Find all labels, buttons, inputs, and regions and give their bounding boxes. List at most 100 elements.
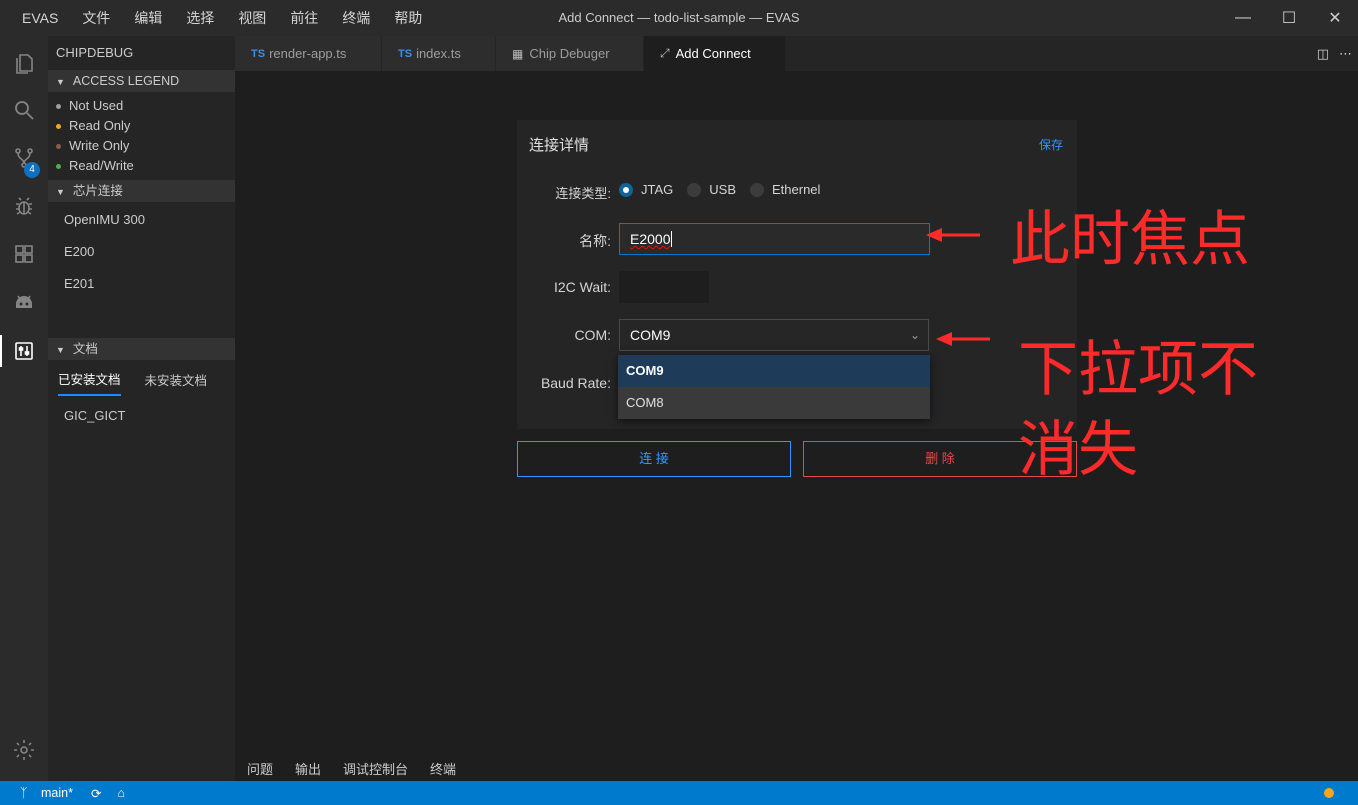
i2c-wait-input[interactable]: [619, 271, 709, 303]
branch-status[interactable]: ᛉ main*: [10, 786, 73, 800]
annotation-dropdown-note-2: 消失: [1018, 415, 1138, 485]
menu-bar: EVAS 文件 编辑 选择 视图 前往 终端 帮助: [10, 0, 434, 36]
legend-dot: [56, 124, 61, 130]
legend-label: Not Used: [69, 98, 124, 113]
close-button[interactable]: ✕: [1312, 0, 1358, 36]
baud-rate-label: Baud Rate:: [540, 375, 611, 391]
radio-jtag[interactable]: [619, 182, 633, 197]
tab-uninstalled-docs[interactable]: 未安装文档: [145, 364, 208, 395]
editor-area: 连接详情 保存 连接类型: JTAG USB Ethernel 名称: E200…: [235, 71, 1358, 756]
menu-go[interactable]: 前往: [278, 8, 330, 28]
section-label: ACCESS LEGEND: [72, 74, 180, 88]
source-control-icon[interactable]: 4: [0, 136, 48, 180]
home-icon[interactable]: ⌂: [117, 786, 125, 800]
radio-label: USB: [709, 182, 736, 197]
legend-label: Read Only: [69, 118, 131, 133]
com-dropdown: COM9 COM8: [618, 355, 930, 419]
connect-button[interactable]: 连 接: [517, 441, 791, 477]
settings-gear-icon[interactable]: [0, 728, 48, 772]
tab-installed-docs[interactable]: 已安装文档: [58, 363, 121, 396]
connect-icon: ⤢: [660, 46, 670, 60]
activity-bar: 4: [0, 36, 48, 781]
window-controls: — ☐ ✕: [1220, 0, 1358, 36]
radio-label: Ethernel: [772, 182, 821, 197]
legend-dot: [56, 104, 61, 110]
editor-tabs: TS render-app.ts TS index.ts ▦ Chip Debuger…: [235, 36, 1358, 71]
section-chip-connect[interactable]: ▼ 芯片连接: [48, 180, 235, 202]
android-icon[interactable]: [0, 280, 48, 324]
annotation-dropdown-note-1: 下拉项不: [1018, 335, 1258, 405]
more-actions-icon[interactable]: ⋯: [1339, 46, 1352, 62]
tab-chip-debuger[interactable]: ▦ Chip Debuger: [496, 36, 644, 71]
search-icon[interactable]: [0, 88, 48, 132]
menu-app[interactable]: EVAS: [10, 10, 70, 26]
menu-help[interactable]: 帮助: [382, 8, 434, 28]
name-label: 名称:: [579, 233, 611, 249]
tab-add-connect[interactable]: ⤢ Add Connect: [644, 36, 786, 71]
tab-problems[interactable]: 问题: [247, 759, 273, 778]
menu-file[interactable]: 文件: [70, 8, 122, 28]
files-icon[interactable]: [0, 42, 48, 86]
menu-terminal[interactable]: 终端: [330, 8, 382, 28]
debug-icon[interactable]: [0, 184, 48, 228]
doc-item[interactable]: GIC_GICT: [48, 400, 235, 432]
section-access-legend[interactable]: ▼ ACCESS LEGEND: [48, 70, 235, 92]
chip-item[interactable]: E200: [48, 236, 235, 268]
name-value: E2000: [630, 231, 671, 247]
maximize-button[interactable]: ☐: [1266, 0, 1312, 36]
tab-label: index.ts: [416, 46, 461, 61]
legend-label: Write Only: [69, 138, 130, 153]
connect-type-radios: JTAG USB Ethernel: [619, 182, 834, 197]
com-option[interactable]: COM9: [618, 355, 930, 387]
sidebar-title: CHIPDEBUG: [56, 45, 134, 60]
chip-debug-icon[interactable]: [0, 329, 48, 373]
name-input[interactable]: E2000: [619, 223, 930, 255]
chip-item[interactable]: E201: [48, 268, 235, 300]
com-select[interactable]: COM9 ⌄: [619, 319, 929, 351]
radio-usb[interactable]: [687, 182, 702, 197]
com-value: COM9: [630, 327, 671, 343]
i2c-wait-label: I2C Wait:: [553, 279, 611, 295]
com-option[interactable]: COM8: [618, 387, 930, 419]
tab-output[interactable]: 输出: [295, 759, 321, 778]
tab-render-app[interactable]: TS render-app.ts: [235, 36, 382, 71]
legend-item-not-used: Not Used: [48, 96, 235, 116]
chip-item[interactable]: OpenIMU 300: [48, 204, 235, 236]
status-bar: ᛉ main* ⟳ ⌂: [0, 781, 1358, 805]
menu-edit[interactable]: 编辑: [122, 8, 174, 28]
save-link[interactable]: 保存: [1039, 136, 1063, 153]
editor-actions: ◫ ⋯: [1307, 36, 1352, 71]
minimize-button[interactable]: —: [1220, 0, 1266, 36]
extensions-icon[interactable]: [0, 232, 48, 276]
chevron-down-icon: ⌄: [909, 328, 920, 342]
radio-ethernel[interactable]: [750, 182, 764, 197]
section-docs[interactable]: ▼ 文档: [48, 338, 235, 360]
legend-label: Read/Write: [69, 158, 134, 173]
legend-item-read-write: Read/Write: [48, 156, 235, 176]
scm-badge: 4: [24, 162, 40, 178]
chip-debugger-icon: ▦: [512, 46, 524, 61]
doc-tabs: 已安装文档 未安装文档: [48, 360, 235, 398]
notification-dot[interactable]: [1324, 788, 1334, 798]
menu-view[interactable]: 视图: [226, 8, 278, 28]
section-label: 文档: [72, 342, 98, 356]
annotation-arrows: [926, 228, 990, 346]
branch-icon: ᛉ: [20, 786, 28, 800]
chevron-down-icon: ▼: [56, 345, 65, 355]
sync-icon[interactable]: ⟳: [91, 786, 101, 801]
chevron-down-icon: ▼: [56, 77, 65, 87]
chevron-down-icon: ▼: [56, 187, 65, 197]
split-editor-icon[interactable]: ◫: [1317, 46, 1329, 62]
legend-item-write-only: Write Only: [48, 136, 235, 156]
menu-selection[interactable]: 选择: [174, 8, 226, 28]
sidebar: CHIPDEBUG ▼ ACCESS LEGEND Not Used Read O…: [48, 36, 235, 781]
tab-index[interactable]: TS index.ts: [382, 36, 496, 71]
annotation-focus-note: 此时焦点: [1010, 205, 1250, 275]
tab-debug-console[interactable]: 调试控制台: [343, 759, 408, 778]
tab-terminal[interactable]: 终端: [430, 759, 456, 778]
tab-label: Chip Debuger: [529, 46, 610, 61]
com-label: COM:: [574, 327, 611, 343]
legend-item-read-only: Read Only: [48, 116, 235, 136]
form-title: 连接详情: [529, 137, 590, 154]
section-label: 芯片连接: [72, 184, 123, 198]
